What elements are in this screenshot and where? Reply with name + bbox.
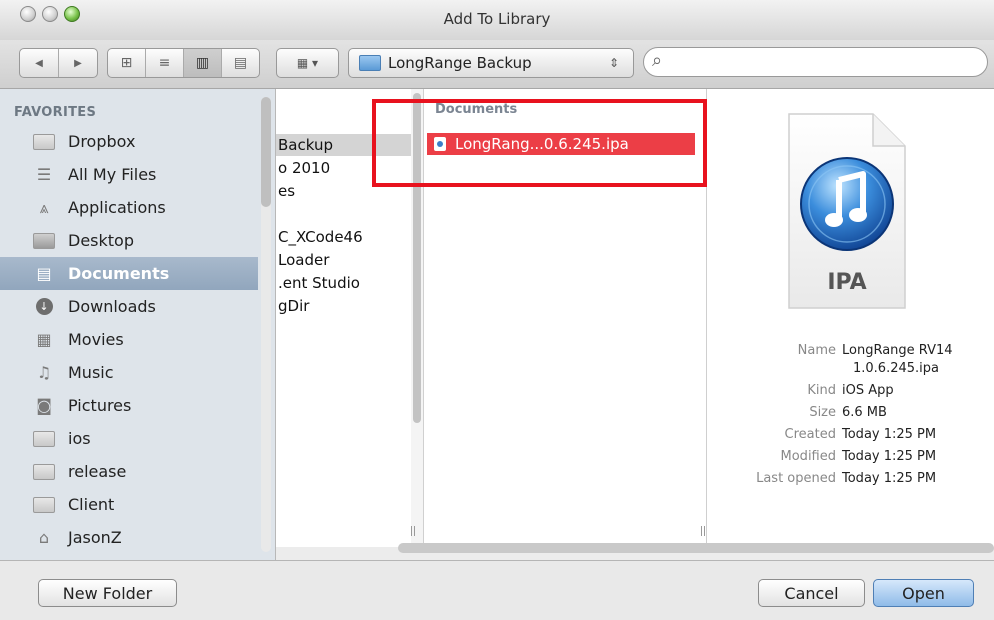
music-icon: ♫	[36, 363, 52, 382]
folder-icon	[359, 55, 381, 71]
navigation-control: ◀ ▶	[19, 48, 98, 78]
size-value: 6.6 MB	[842, 405, 887, 420]
folder-icon	[32, 429, 56, 449]
last-opened-key: Last opened	[756, 471, 836, 486]
arrange-menu-button[interactable]: ▦ ▾	[276, 48, 339, 78]
column-item[interactable]	[276, 203, 411, 225]
back-arrow-icon: ◀	[35, 57, 43, 69]
view-columns-button[interactable]: ▥	[184, 49, 222, 77]
sidebar-item-label: Music	[68, 363, 114, 382]
new-folder-button[interactable]: New Folder	[38, 579, 177, 607]
folder-icon	[32, 462, 56, 482]
sidebar-item-jasonz[interactable]: ⌂ JasonZ	[0, 521, 258, 554]
pictures-icon: ◙	[36, 396, 52, 415]
view-list-button[interactable]: ≡	[146, 49, 184, 77]
sidebar-item-release[interactable]: release	[0, 455, 258, 488]
sidebar-item-dropbox[interactable]: Dropbox	[0, 125, 258, 158]
sidebar-item-label: Documents	[68, 264, 170, 283]
size-key: Size	[809, 405, 836, 420]
modified-key: Modified	[780, 449, 836, 464]
view-icons-button[interactable]: ⊞	[108, 49, 146, 77]
add-to-library-dialog: Add To Library ◀ ▶ ⊞ ≡ ▥ ▤ ▦ ▾ LongRange…	[0, 0, 994, 620]
column-item[interactable]: gDir	[276, 295, 411, 317]
sidebar-item-ios[interactable]: ios	[0, 422, 258, 455]
sidebar-item-label: ios	[68, 429, 91, 448]
desktop-icon	[32, 231, 56, 251]
folder-icon	[32, 495, 56, 515]
sidebar-item-label: Pictures	[68, 396, 132, 415]
location-label: LongRange Backup	[388, 54, 532, 72]
title-bar: Add To Library	[0, 0, 994, 41]
forward-arrow-icon: ▶	[74, 57, 82, 69]
column-resize-grip[interactable]	[701, 526, 705, 536]
sidebar-item-all-my-files[interactable]: ☰ All My Files	[0, 158, 258, 191]
column-item[interactable]: .ent Studio	[276, 272, 411, 294]
sidebar-item-label: Downloads	[68, 297, 156, 316]
last-opened-value: Today 1:25 PM	[842, 471, 937, 486]
file-type-label: IPA	[827, 270, 867, 295]
name-value-line2: 1.0.6.245.ipa	[853, 361, 939, 376]
sidebar-item-label: All My Files	[68, 165, 157, 184]
home-icon: ⌂	[38, 528, 50, 547]
documents-icon: ▤	[36, 264, 52, 283]
modified-value: Today 1:25 PM	[842, 449, 937, 464]
file-info: Name LongRange RV14 1.0.6.245.ipa Kind i…	[707, 343, 994, 503]
sidebar-item-documents[interactable]: ▤ Documents	[0, 257, 258, 290]
horizontal-scrollbar-thumb[interactable]	[398, 543, 994, 553]
sidebar-item-label: release	[68, 462, 127, 481]
search-icon: ⌕	[652, 50, 663, 71]
sidebar-item-label: Movies	[68, 330, 124, 349]
arrange-icon: ▦ ▾	[296, 56, 319, 70]
sidebar: FAVORITES Dropbox ☰ All My Files ⩓ Appli…	[0, 89, 276, 560]
view-mode-control: ⊞ ≡ ▥ ▤	[107, 48, 260, 78]
kind-value: iOS App	[842, 383, 894, 398]
toolbar: ◀ ▶ ⊞ ≡ ▥ ▤ ▦ ▾ LongRange Backup ⇕ ⌕	[0, 40, 994, 89]
sidebar-item-label: Dropbox	[68, 132, 136, 151]
created-key: Created	[784, 427, 836, 442]
coverflow-view-icon: ▤	[233, 55, 248, 71]
cancel-button[interactable]: Cancel	[758, 579, 865, 607]
sidebar-item-client[interactable]: Client	[0, 488, 258, 521]
column-view-icon: ▥	[195, 55, 210, 71]
favorites-header: FAVORITES	[14, 105, 97, 120]
sidebar-item-movies[interactable]: ▦ Movies	[0, 323, 258, 356]
location-popup[interactable]: LongRange Backup ⇕	[348, 48, 634, 78]
name-value: LongRange RV14	[842, 343, 953, 358]
sidebar-item-label: Client	[68, 495, 115, 514]
kind-key: Kind	[807, 383, 836, 398]
sidebar-item-label: JasonZ	[68, 528, 122, 547]
sidebar-item-downloads[interactable]: ↓ Downloads	[0, 290, 258, 323]
all-files-icon: ☰	[36, 165, 52, 184]
sidebar-item-label: Desktop	[68, 231, 134, 250]
sidebar-item-pictures[interactable]: ◙ Pictures	[0, 389, 258, 422]
icon-view-icon: ⊞	[120, 55, 133, 71]
search-field[interactable]: ⌕	[643, 47, 988, 77]
highlight-annotation-box	[372, 99, 707, 187]
stepper-icon: ⇕	[608, 56, 619, 70]
view-coverflow-button[interactable]: ▤	[222, 49, 259, 77]
sidebar-item-applications[interactable]: ⩓ Applications	[0, 191, 258, 224]
column-item[interactable]: C_XCode46	[276, 226, 411, 248]
movies-icon: ▦	[36, 330, 52, 349]
sidebar-item-desktop[interactable]: Desktop	[0, 224, 258, 257]
sidebar-item-label: Applications	[68, 198, 166, 217]
downloads-icon: ↓	[32, 297, 56, 317]
created-value: Today 1:25 PM	[842, 427, 937, 442]
column-resize-grip[interactable]	[411, 526, 415, 536]
back-button[interactable]: ◀	[20, 49, 59, 77]
forward-button[interactable]: ▶	[59, 49, 97, 77]
column-item[interactable]: Loader	[276, 249, 411, 271]
ipa-document-icon: IPA	[787, 112, 907, 310]
name-key: Name	[797, 343, 836, 358]
list-view-icon: ≡	[158, 55, 171, 71]
search-input[interactable]	[674, 53, 978, 73]
window-title: Add To Library	[443, 10, 551, 28]
applications-icon: ⩓	[39, 197, 49, 217]
sidebar-item-music[interactable]: ♫ Music	[0, 356, 258, 389]
folder-icon	[32, 132, 56, 152]
open-button[interactable]: Open	[873, 579, 974, 607]
dialog-footer: New Folder Cancel Open	[0, 560, 994, 620]
sidebar-scrollbar-thumb[interactable]	[261, 97, 271, 207]
